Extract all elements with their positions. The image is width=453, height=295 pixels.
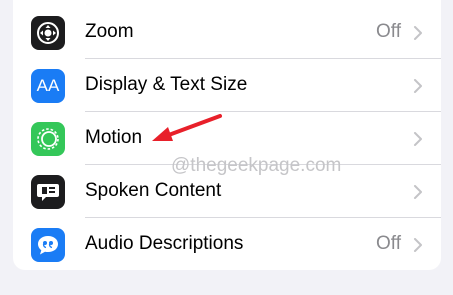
audio-descriptions-value: Off [376,233,401,254]
zoom-row[interactable]: Zoom Off [13,6,441,59]
audio-descriptions-label: Audio Descriptions [85,233,244,254]
spoken-content-icon [31,175,65,209]
chevron-right-icon [414,79,422,93]
display-text-size-row[interactable]: AA Display & Text Size [13,59,441,112]
chevron-right-icon [414,185,422,199]
audio-descriptions-icon [31,228,65,262]
display-text-size-icon: AA [31,69,65,103]
chevron-right-icon [414,238,422,252]
motion-icon [31,122,65,156]
motion-label: Motion [85,127,143,148]
display-text-size-icon-glyph: AA [36,76,60,95]
accessibility-settings-group: Zoom Off AA Display & Text Size Motion S… [13,0,441,270]
red-arrow-annotation [152,114,222,141]
zoom-icon [31,16,65,50]
zoom-value: Off [376,21,401,42]
display-text-size-label: Display & Text Size [85,74,248,95]
zoom-label: Zoom [85,21,134,42]
watermark-text: @thegeekpage.com [171,155,342,176]
chevron-right-icon [414,132,422,146]
chevron-right-icon [414,26,422,40]
audio-descriptions-row[interactable]: Audio Descriptions Off [13,218,441,271]
spoken-content-label: Spoken Content [85,180,222,201]
